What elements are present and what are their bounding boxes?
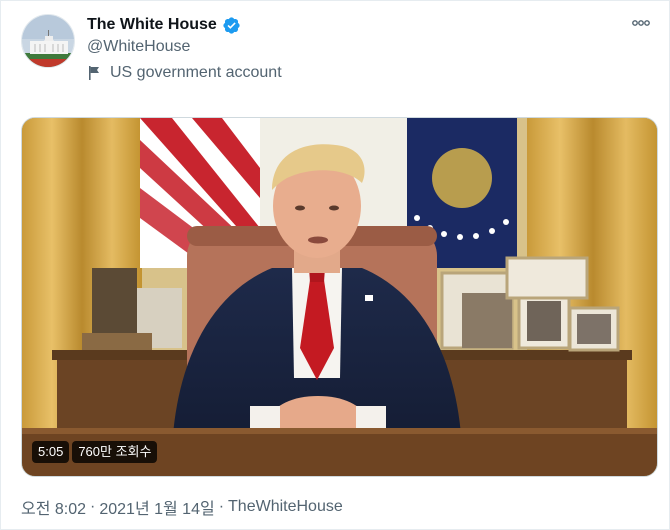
tweet-footer: 오전 8:02 · 2021년 1월 14일 · TheWhiteHouse: [21, 495, 343, 519]
author-name-row: The White House: [87, 14, 241, 36]
flag-icon: [87, 65, 103, 81]
account-label: US government account: [87, 64, 282, 82]
video-thumbnail: [22, 118, 657, 476]
avatar[interactable]: [21, 14, 75, 68]
account-label-text: US government account: [110, 64, 282, 81]
tweet-date[interactable]: 2021년 1월 14일: [99, 495, 214, 519]
footer-separator: ·: [218, 498, 225, 515]
video-duration: 5:05: [32, 441, 70, 463]
verified-badge-icon: [222, 16, 241, 35]
tweet-source-link[interactable]: TheWhiteHouse: [228, 498, 343, 516]
author-handle[interactable]: @WhiteHouse: [87, 38, 190, 56]
more-options-icon: [631, 13, 651, 38]
author-display-name[interactable]: The White House: [87, 16, 217, 34]
tweet-card: The White House @WhiteHouse US governmen…: [0, 0, 670, 530]
tweet-time[interactable]: 오전 8:02: [21, 495, 86, 519]
more-options-button[interactable]: [627, 11, 655, 39]
video-info: 5:05 760만 조회수: [32, 441, 158, 463]
video-player[interactable]: 5:05 760만 조회수: [21, 117, 658, 477]
footer-separator: ·: [90, 498, 96, 515]
video-view-count: 760만 조회수: [72, 441, 158, 463]
white-house-avatar-icon: [22, 15, 74, 67]
